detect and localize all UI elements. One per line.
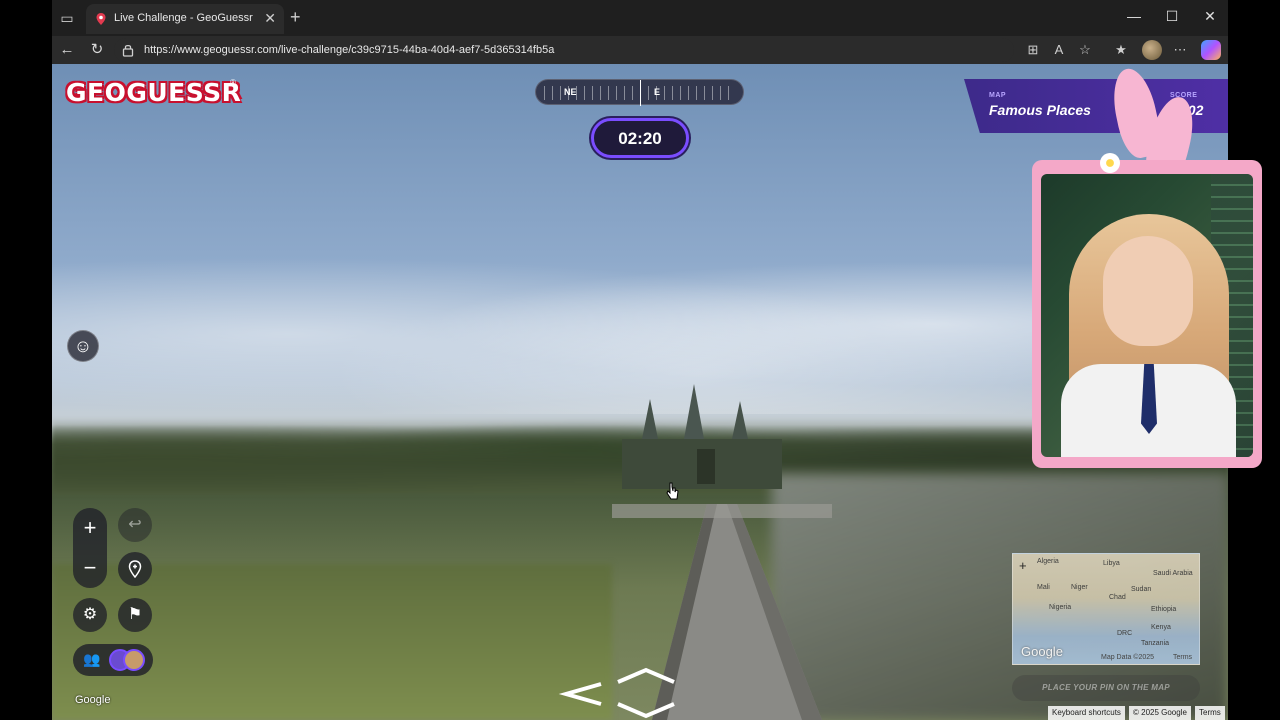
timer-text: 02:20 <box>618 129 662 148</box>
minimize-icon[interactable]: — <box>1124 8 1144 24</box>
google-copyright: © 2025 Google <box>1129 706 1191 720</box>
map-country-label: DRC <box>1117 630 1133 637</box>
map-country-label: Saudi Arabia <box>1153 570 1193 577</box>
favorite-star-icon[interactable]: ☆ <box>1076 41 1094 59</box>
url-bar[interactable]: https://www.geoguessr.com/live-challenge… <box>114 38 1014 62</box>
terms-link[interactable]: Terms <box>1195 706 1225 720</box>
map-country-label: Mali <box>1037 584 1050 591</box>
map-label: MAP <box>989 92 1007 99</box>
arrow-left-icon <box>558 682 602 706</box>
map-terms-link[interactable]: Terms <box>1173 654 1192 661</box>
tab-title: Live Challenge - GeoGuessr <box>114 12 253 24</box>
address-bar-row: ← ↻ https://www.geoguessr.com/live-chall… <box>52 36 1228 64</box>
tab-live-challenge[interactable]: Live Challenge - GeoGuessr ✕ <box>86 4 284 34</box>
map-data-attribution[interactable]: Map Data ©2025 <box>1101 654 1154 661</box>
map-country-label: Nigeria <box>1049 604 1072 611</box>
map-country-label: Chad <box>1109 594 1126 601</box>
new-tab-icon[interactable]: + <box>290 7 301 28</box>
map-expand-icon[interactable]: + <box>1019 558 1027 573</box>
compass-center-marker <box>640 80 641 106</box>
zoom-in-button[interactable]: + <box>73 508 107 548</box>
tab-actions-icon[interactable]: ▭ <box>58 9 76 27</box>
copilot-icon[interactable] <box>1201 40 1221 60</box>
map-country-label: Niger <box>1071 584 1088 591</box>
tab-close-icon[interactable]: ✕ <box>264 10 276 27</box>
tab-bar: ▭ Live Challenge - GeoGuessr ✕ + — ☐ ✕ <box>52 0 1228 36</box>
players-icon: 👥 <box>83 651 101 667</box>
round-timer: 02:20 <box>591 118 689 158</box>
arrow-back-icon <box>617 702 675 719</box>
app-available-icon[interactable]: ⊞ <box>1024 41 1042 59</box>
arrow-forward-icon <box>617 667 675 684</box>
streamer-face <box>1103 236 1193 346</box>
geoguessr-logo: GEOGUESSR ® <box>66 78 241 114</box>
players-indicator[interactable]: 👥 <box>73 644 153 676</box>
logo-registered-mark: ® <box>230 78 236 87</box>
maximize-icon[interactable]: ☐ <box>1162 8 1182 25</box>
movement-arrows[interactable] <box>556 664 686 720</box>
map-google-logo: Google <box>1021 644 1063 659</box>
webcam-overlay <box>1032 160 1262 468</box>
compass-e-label: E <box>654 87 661 97</box>
profile-avatar[interactable] <box>1142 40 1162 60</box>
webcam-video <box>1041 174 1253 457</box>
player-avatar <box>123 649 145 671</box>
grass-field <box>52 564 612 720</box>
map-country-label: Tanzania <box>1141 640 1170 647</box>
place-pin-button[interactable]: PLACE YOUR PIN ON THE MAP <box>1012 675 1200 701</box>
geoguessr-favicon-icon <box>96 13 106 25</box>
map-country-label: Ethiopia <box>1151 606 1177 613</box>
flower-decoration <box>1100 153 1120 173</box>
back-icon[interactable]: ← <box>56 40 78 60</box>
map-pin-icon <box>128 560 142 579</box>
google-watermark: Google <box>75 694 111 706</box>
flag-button[interactable]: ⚑ <box>118 598 152 632</box>
temple-silhouette <box>622 384 782 489</box>
url-text: https://www.geoguessr.com/live-challenge… <box>144 44 555 56</box>
map-country-label: Libya <box>1103 560 1120 567</box>
return-to-start-button[interactable] <box>118 552 152 586</box>
close-window-icon[interactable]: ✕ <box>1200 8 1220 25</box>
mouse-cursor <box>666 482 680 500</box>
map-country-label: Sudan <box>1131 586 1152 593</box>
emote-button[interactable]: ☺ <box>67 330 99 362</box>
logo-text: GEOGUESSR <box>66 78 242 107</box>
settings-button[interactable]: ⚙ <box>73 598 107 632</box>
flag-icon: ⚑ <box>127 606 143 623</box>
guess-minimap[interactable]: + Algeria Libya Saudi Arabia Mali Niger … <box>1012 553 1200 665</box>
zoom-controls: + − <box>73 508 107 588</box>
map-value: Famous Places <box>989 102 1091 118</box>
zoom-out-button[interactable]: − <box>73 548 107 588</box>
map-country-label: Algeria <box>1037 558 1059 565</box>
keyboard-shortcuts-link[interactable]: Keyboard shortcuts <box>1048 706 1125 720</box>
more-menu-icon[interactable]: ⋯ <box>1171 41 1189 59</box>
gear-icon: ⚙ <box>82 606 98 623</box>
map-country-label: Kenya <box>1151 624 1171 631</box>
compass-bar: NE E <box>535 79 744 106</box>
read-aloud-icon[interactable]: A <box>1050 41 1068 59</box>
site-info-icon[interactable] <box>122 43 134 57</box>
favorites-icon[interactable]: ★ <box>1112 41 1130 59</box>
undo-move-button[interactable]: ↩ <box>118 508 152 542</box>
reload-icon[interactable]: ↻ <box>86 40 108 60</box>
compass-ne-label: NE <box>564 87 577 97</box>
